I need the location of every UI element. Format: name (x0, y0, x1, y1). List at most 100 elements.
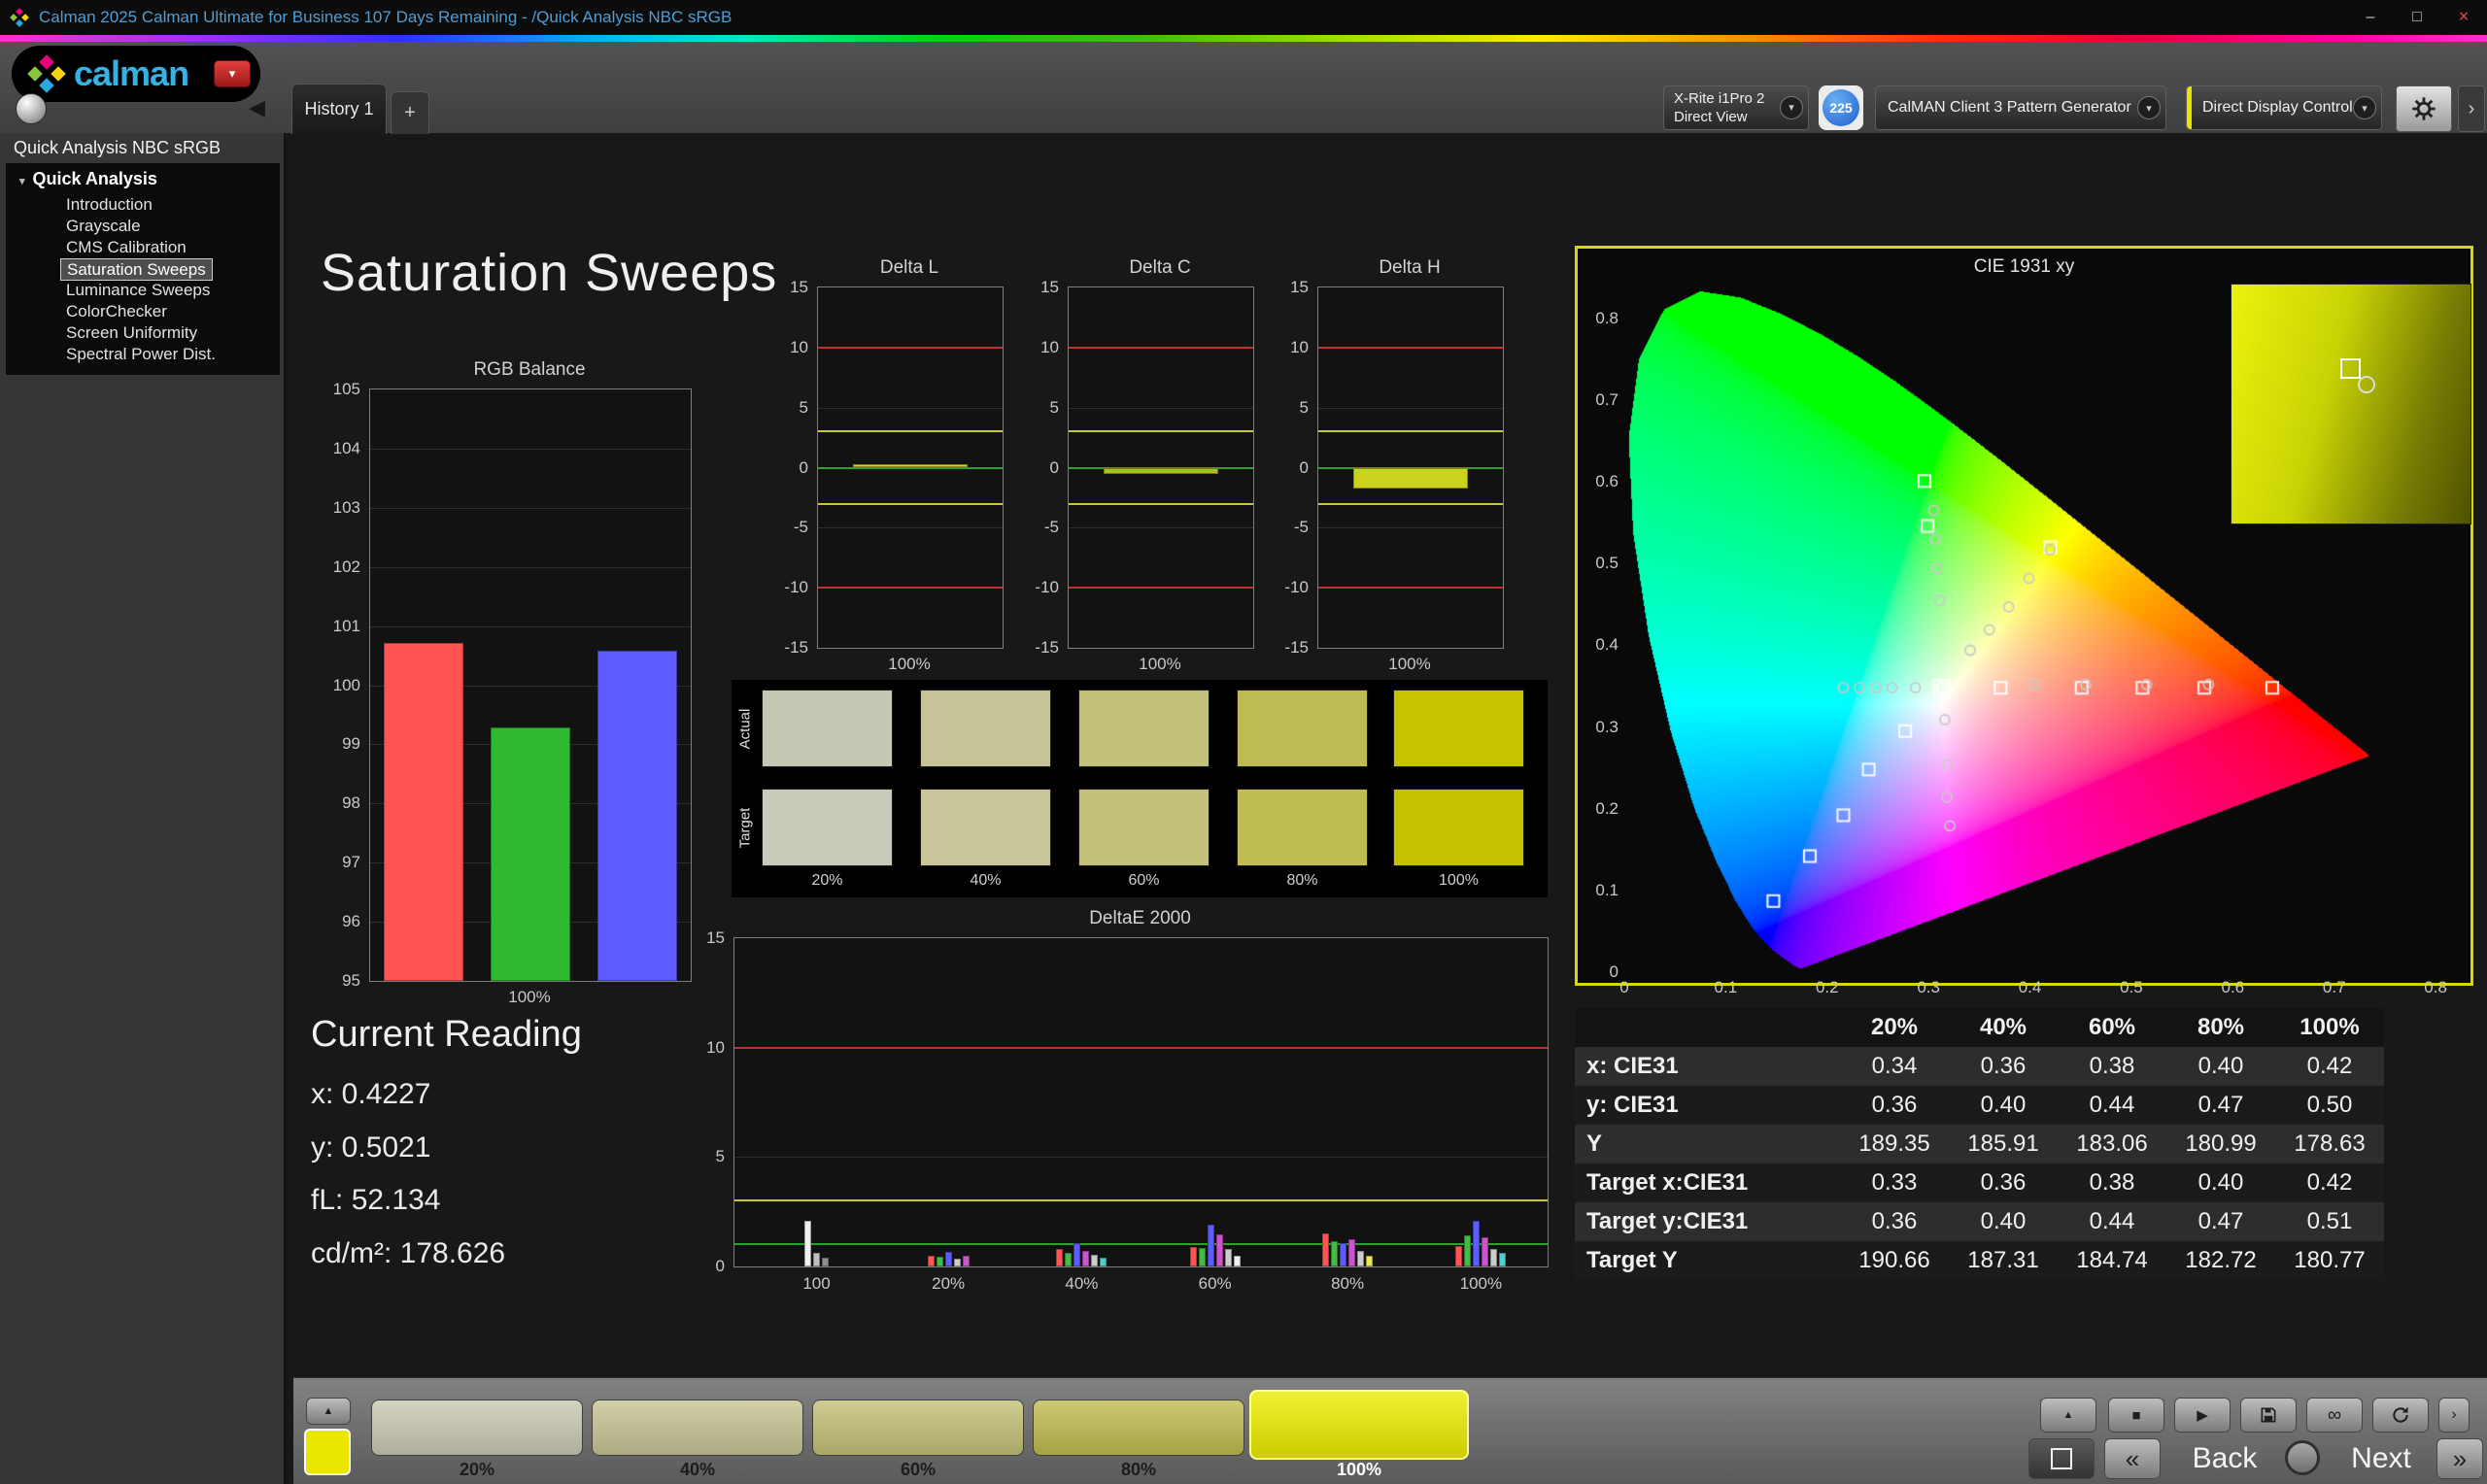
table-row: Target y:CIE31 0.36 0.40 0.44 0.47 0.51 (1575, 1202, 2384, 1241)
display-control-dropdown[interactable]: Direct Display Control ▾ (2186, 85, 2382, 130)
target-row-label: Target (736, 807, 754, 849)
back-button[interactable]: Back (2166, 1442, 2283, 1475)
controls-expand-button[interactable]: ▲ (2040, 1398, 2096, 1433)
close-button[interactable]: × (2440, 0, 2487, 35)
chart-title: Delta H (1379, 257, 1441, 278)
table-cell: 0.44 (2089, 1092, 2135, 1118)
bottom-swatch-label: 60% (900, 1460, 937, 1479)
tree-root-quick-analysis[interactable]: ▾ Quick Analysis (19, 169, 157, 189)
y-tick-label: -5 (1293, 518, 1309, 537)
table-row: Target x:CIE31 0.33 0.36 0.38 0.40 0.42 (1575, 1164, 2384, 1202)
sidebar-item-saturation-sweeps[interactable]: Saturation Sweeps (60, 258, 213, 281)
bottom-swatch-button-100%[interactable] (1249, 1390, 1469, 1460)
table-cell: 180.77 (2294, 1247, 2366, 1273)
inset-measurement-marker (2358, 376, 2375, 393)
cie-y-tick: 0 (1609, 962, 1618, 981)
current-reading-heading: Current Reading (311, 1014, 582, 1055)
sidebar-item-grayscale[interactable]: Grayscale (60, 216, 147, 236)
deltae-bar (1331, 1241, 1339, 1266)
y-tick-label: 103 (332, 497, 360, 517)
swatch-panel-expand-button[interactable]: ▲ (306, 1398, 351, 1425)
actual-swatch-60% (1078, 690, 1209, 767)
table-cell: 0.47 (2197, 1208, 2244, 1234)
maximize-button[interactable]: □ (2394, 0, 2440, 35)
reading-cd: cd/m²: 178.626 (311, 1237, 506, 1269)
deltae-bar (953, 1259, 961, 1266)
sidebar-collapse-button[interactable]: ◀ (249, 95, 265, 120)
deltae-bar (1198, 1247, 1206, 1266)
save-button[interactable] (2240, 1398, 2297, 1433)
bar-100% (853, 463, 968, 468)
table-cell: 0.44 (2089, 1208, 2135, 1234)
meter-dropdown[interactable]: X-Rite i1Pro 2 Direct View ▾ (1663, 85, 1809, 130)
more-controls-button[interactable]: › (2438, 1398, 2470, 1433)
deltae-bar (1340, 1243, 1347, 1266)
y-tick-label: 15 (790, 278, 808, 296)
table-cell: 0.47 (2197, 1092, 2244, 1118)
chart-title: Delta L (879, 257, 939, 278)
tab-history-1[interactable]: History 1 (291, 84, 387, 134)
y-tick-label: 10 (706, 1037, 725, 1057)
delta-h-chart: Delta H 15 10 5 0 -5 -10 -15 100% (1257, 257, 1514, 685)
chevron-down-icon: ▾ (1780, 96, 1803, 119)
pattern-window-button[interactable] (2028, 1438, 2095, 1479)
pattern-window-icon (2051, 1448, 2072, 1469)
y-tick-label: -15 (1035, 638, 1059, 657)
chart-title: Delta C (1129, 257, 1191, 278)
cie-x-tick: 0.1 (1714, 978, 1738, 996)
meter-name: X-Rite i1Pro 2 (1674, 90, 1765, 107)
bar-Red (383, 642, 464, 981)
nav-round-button[interactable] (16, 93, 47, 124)
sidebar-item-spectral-power-dist-[interactable]: Spectral Power Dist. (60, 344, 221, 364)
y-tick-label: 0 (1049, 457, 1059, 477)
cie-x-tick: 0.5 (2120, 978, 2143, 996)
actual-swatch-40% (920, 690, 1051, 767)
deltae-bar (1091, 1254, 1099, 1266)
sidebar-item-screen-uniformity[interactable]: Screen Uniformity (60, 322, 203, 343)
swatch-column-label: 60% (1128, 872, 1160, 889)
toolbar-collapse-button[interactable]: › (2458, 85, 2485, 132)
settings-button[interactable] (2396, 85, 2452, 132)
y-tick-label: -15 (784, 638, 808, 657)
stop-button[interactable]: ■ (2108, 1398, 2164, 1433)
deltae-bar (1189, 1246, 1197, 1266)
add-tab-button[interactable]: + (391, 91, 429, 134)
y-tick-label: 98 (342, 793, 360, 813)
deltae-bar (1065, 1253, 1073, 1266)
bottom-swatch-button-60%[interactable] (812, 1400, 1024, 1456)
bottom-swatch-button-40%[interactable] (592, 1400, 803, 1456)
reading-y: y: 0.5021 (311, 1131, 431, 1164)
deltae-bar (1322, 1233, 1330, 1266)
sidebar-item-introduction[interactable]: Introduction (60, 194, 158, 215)
table-cell: 0.36 (1871, 1208, 1918, 1234)
next-chevrons-button[interactable]: » (2436, 1438, 2483, 1479)
back-chevrons-button[interactable]: « (2104, 1438, 2161, 1479)
pattern-generator-dropdown[interactable]: CalMAN Client 3 Pattern Generator ▾ (1875, 85, 2166, 130)
inset-target-marker (2340, 358, 2361, 379)
deltae-bar (1482, 1236, 1489, 1266)
bottom-swatch-button-80%[interactable] (1033, 1400, 1244, 1456)
deltae-bar (1233, 1255, 1241, 1266)
x-tick-label: 60% (1198, 1274, 1232, 1293)
y-tick-label: -10 (784, 578, 808, 597)
target-swatch-100% (1393, 789, 1524, 866)
target-ring-button[interactable] (2285, 1440, 2320, 1475)
next-button[interactable]: Next (2328, 1442, 2435, 1475)
minimize-button[interactable]: – (2347, 0, 2394, 35)
gear-icon (2410, 95, 2437, 122)
tree-expander-icon[interactable]: ▾ (19, 176, 25, 187)
refresh-button[interactable] (2372, 1398, 2429, 1433)
deltae-bar (1490, 1248, 1498, 1266)
app-menu-button[interactable]: ▾ (214, 60, 251, 87)
current-color-swatch (304, 1429, 351, 1475)
sidebar-item-luminance-sweeps[interactable]: Luminance Sweeps (60, 280, 216, 300)
y-tick-label: 99 (342, 734, 360, 754)
sidebar-item-cms-calibration[interactable]: CMS Calibration (60, 237, 192, 257)
bottom-swatch-button-20%[interactable] (371, 1400, 583, 1456)
play-button[interactable]: ▶ (2174, 1398, 2231, 1433)
table-cell: 0.34 (1871, 1053, 1918, 1079)
deltae-bar (1073, 1243, 1081, 1266)
continuous-measure-button[interactable]: ∞ (2306, 1398, 2363, 1433)
table-cell: 0.40 (2197, 1053, 2244, 1079)
sidebar-item-colorchecker[interactable]: ColorChecker (60, 301, 173, 321)
